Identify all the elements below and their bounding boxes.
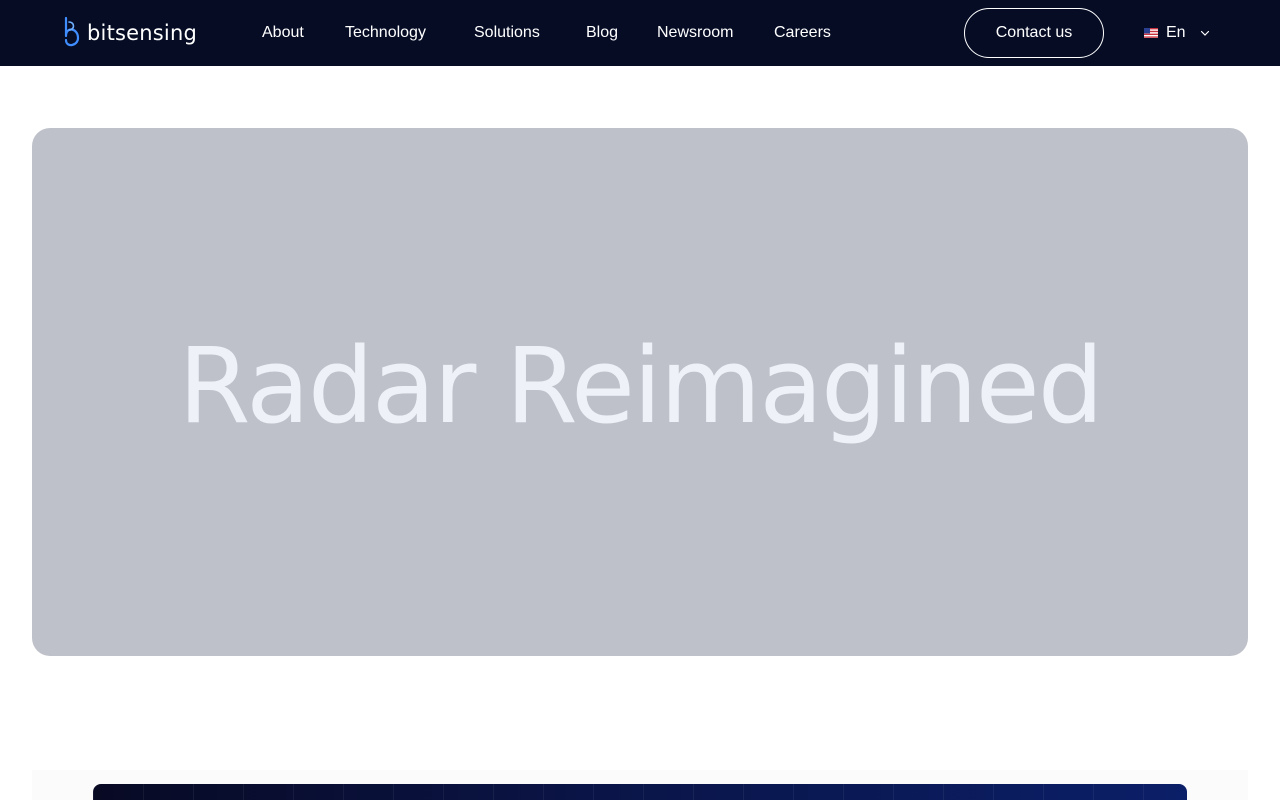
nav-blog[interactable]: Blog (586, 25, 618, 41)
chevron-down-icon (1200, 30, 1209, 36)
logo-link[interactable]: bitsensing (63, 16, 197, 50)
nav-technology[interactable]: Technology (345, 25, 426, 41)
us-flag-icon (1144, 28, 1158, 38)
nav-careers[interactable]: Careers (774, 25, 831, 41)
hero-title: Radar Reimagined (178, 325, 1104, 447)
technology-visual-panel (93, 784, 1187, 800)
language-selector[interactable]: En (1144, 22, 1210, 44)
grid-pattern (93, 784, 1187, 800)
language-label: En (1166, 24, 1186, 41)
logo-text: bitsensing (87, 20, 197, 45)
hero-banner: Radar Reimagined (32, 128, 1248, 656)
bitsensing-logo-icon (64, 16, 80, 47)
nav-solutions[interactable]: Solutions (474, 25, 540, 41)
nav-newsroom[interactable]: Newsroom (657, 25, 733, 41)
contact-us-button[interactable]: Contact us (964, 8, 1104, 58)
site-header: bitsensing About Technology Solutions Bl… (0, 0, 1280, 66)
nav-about[interactable]: About (262, 25, 304, 41)
